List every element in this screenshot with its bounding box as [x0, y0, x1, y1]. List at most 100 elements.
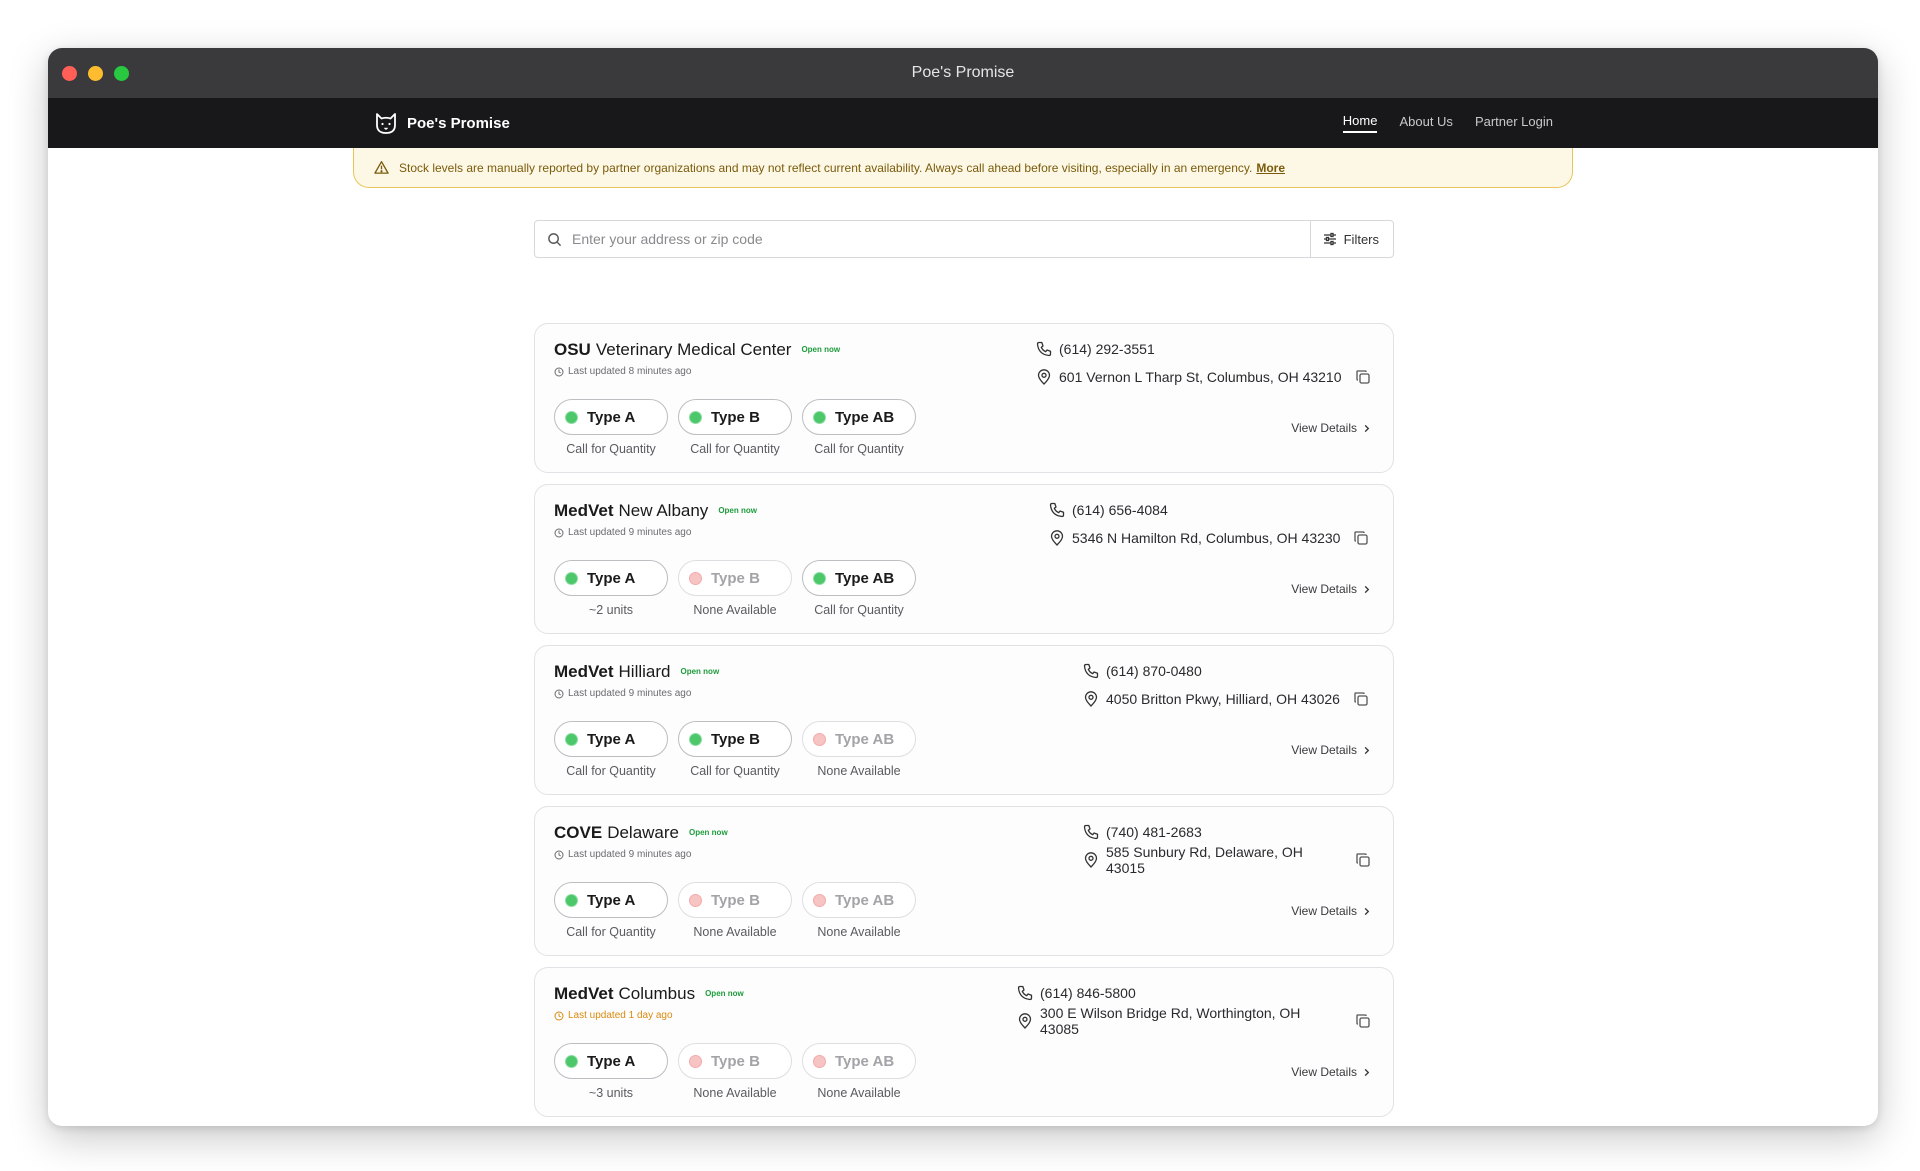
- chevron-right-icon: [1364, 907, 1370, 915]
- clock-icon: [554, 528, 564, 537]
- clinic-phone[interactable]: (614) 656-4084: [1072, 502, 1168, 518]
- minimize-window-button[interactable]: [88, 66, 103, 81]
- window-title: Poe's Promise: [911, 64, 1015, 81]
- blood-type-quantity: Call for Quantity: [814, 442, 904, 456]
- blood-type-pill[interactable]: Type A: [554, 399, 668, 435]
- clinic-title[interactable]: MedVet New Albany Open now: [554, 501, 757, 521]
- clinic-address: 601 Vernon L Tharp St, Columbus, OH 4321…: [1059, 369, 1342, 385]
- blood-type-item: Type AB Call for Quantity: [802, 560, 916, 617]
- brand-link[interactable]: Poe's Promise: [373, 110, 510, 136]
- blood-type-label: Type A: [587, 891, 636, 909]
- clinic-card: COVE Delaware Open now Last updated 9 mi…: [534, 806, 1394, 956]
- location-pin-icon: [1050, 530, 1064, 546]
- last-updated: Last updated 8 minutes ago: [554, 366, 691, 377]
- blood-type-pill[interactable]: Type AB: [802, 560, 916, 596]
- clinic-title[interactable]: OSU Veterinary Medical Center Open now: [554, 340, 840, 360]
- close-window-button[interactable]: [62, 66, 77, 81]
- last-updated: Last updated 9 minutes ago: [554, 849, 691, 860]
- blood-type-pill[interactable]: Type B: [678, 399, 792, 435]
- blood-type-item: Type B None Available: [678, 560, 792, 617]
- clinic-title[interactable]: MedVet Hilliard Open now: [554, 662, 719, 682]
- blood-type-quantity: Call for Quantity: [566, 925, 656, 939]
- blood-type-pill[interactable]: Type A: [554, 560, 668, 596]
- address-row: 300 E Wilson Bridge Rd, Worthington, OH …: [1017, 1005, 1371, 1037]
- phone-icon: [1083, 824, 1099, 840]
- window-titlebar: Poe's Promise: [48, 48, 1878, 98]
- blood-type-item: Type A Call for Quantity: [554, 882, 668, 939]
- open-status-badge: Open now: [801, 345, 841, 354]
- blood-type-item: Type A Call for Quantity: [554, 721, 668, 778]
- blood-type-label: Type A: [587, 408, 636, 426]
- copy-address-icon[interactable]: [1355, 852, 1371, 868]
- nav-link-partner-login[interactable]: Partner Login: [1475, 114, 1553, 132]
- clock-icon: [554, 689, 564, 698]
- availability-indicator: [689, 410, 702, 424]
- blood-type-item: Type AB Call for Quantity: [802, 399, 916, 456]
- blood-type-label: Type A: [587, 569, 636, 587]
- availability-indicator: [813, 1054, 826, 1068]
- blood-type-pill[interactable]: Type AB: [802, 1043, 916, 1079]
- blood-type-quantity: None Available: [693, 603, 777, 617]
- open-status-badge: Open now: [680, 667, 720, 676]
- blood-type-pill[interactable]: Type A: [554, 882, 668, 918]
- blood-type-pill[interactable]: Type AB: [802, 399, 916, 435]
- availability-indicator: [565, 1054, 578, 1068]
- blood-type-pill[interactable]: Type AB: [802, 721, 916, 757]
- filters-button[interactable]: Filters: [1309, 221, 1393, 257]
- last-updated-text: Last updated 9 minutes ago: [568, 527, 692, 538]
- clinic-abbr: OSU: [554, 340, 591, 359]
- alert-more-link[interactable]: More: [1256, 161, 1285, 175]
- copy-address-icon[interactable]: [1353, 530, 1369, 546]
- cat-logo-icon: [376, 113, 396, 134]
- availability-indicator: [813, 410, 826, 424]
- clinic-phone[interactable]: (614) 870-0480: [1106, 663, 1202, 679]
- phone-row: (614) 870-0480: [1083, 660, 1371, 682]
- clinic-contact: (614) 656-4084 5346 N Hamilton Rd, Colum…: [1049, 499, 1371, 549]
- blood-type-label: Type B: [711, 408, 760, 426]
- clinic-abbr: MedVet: [554, 501, 614, 520]
- blood-type-quantity: Call for Quantity: [566, 764, 656, 778]
- clinic-address: 4050 Britton Pkwy, Hilliard, OH 43026: [1106, 691, 1340, 707]
- view-details-link[interactable]: View Details: [1291, 904, 1371, 918]
- nav-links: Home About Us Partner Login: [1342, 98, 1553, 148]
- last-updated-text: Last updated 9 minutes ago: [568, 849, 692, 860]
- clinic-abbr: MedVet: [554, 662, 614, 681]
- clinic-card: MedVet Columbus Open now Last updated 1 …: [534, 967, 1394, 1117]
- blood-type-quantity: None Available: [693, 925, 777, 939]
- blood-type-pill[interactable]: Type AB: [802, 882, 916, 918]
- phone-row: (614) 846-5800: [1017, 982, 1371, 1004]
- address-row: 5346 N Hamilton Rd, Columbus, OH 43230: [1049, 527, 1371, 549]
- clinic-title[interactable]: MedVet Columbus Open now: [554, 984, 744, 1004]
- view-details-label: View Details: [1291, 904, 1357, 918]
- blood-type-pill[interactable]: Type B: [678, 1043, 792, 1079]
- blood-type-pill[interactable]: Type A: [554, 1043, 668, 1079]
- blood-type-pill[interactable]: Type A: [554, 721, 668, 757]
- copy-address-icon[interactable]: [1353, 691, 1369, 707]
- app-window: Poe's Promise Poe's Promise Home About U…: [48, 48, 1878, 1126]
- phone-icon: [1017, 985, 1033, 1001]
- clinic-title[interactable]: COVE Delaware Open now: [554, 823, 728, 843]
- availability-indicator: [565, 571, 578, 585]
- brand-name: Poe's Promise: [407, 114, 510, 132]
- availability-indicator: [565, 893, 578, 907]
- address-row: 601 Vernon L Tharp St, Columbus, OH 4321…: [1036, 366, 1371, 388]
- view-details-link[interactable]: View Details: [1291, 582, 1371, 596]
- copy-address-icon[interactable]: [1355, 369, 1371, 385]
- view-details-link[interactable]: View Details: [1291, 421, 1371, 435]
- nav-link-about-us[interactable]: About Us: [1399, 114, 1452, 132]
- blood-type-quantity: None Available: [693, 1086, 777, 1100]
- maximize-window-button[interactable]: [114, 66, 129, 81]
- clinic-phone[interactable]: (614) 292-3551: [1059, 341, 1155, 357]
- clinic-phone[interactable]: (614) 846-5800: [1040, 985, 1136, 1001]
- blood-type-quantity: None Available: [817, 764, 901, 778]
- blood-type-pill[interactable]: Type B: [678, 560, 792, 596]
- view-details-link[interactable]: View Details: [1291, 1065, 1371, 1079]
- clinic-phone[interactable]: (740) 481-2683: [1106, 824, 1202, 840]
- availability-indicator: [689, 732, 702, 746]
- blood-type-pill[interactable]: Type B: [678, 882, 792, 918]
- address-search-input[interactable]: [572, 231, 1310, 247]
- nav-link-home[interactable]: Home: [1342, 113, 1378, 133]
- blood-type-pill[interactable]: Type B: [678, 721, 792, 757]
- copy-address-icon[interactable]: [1355, 1013, 1371, 1029]
- view-details-link[interactable]: View Details: [1291, 743, 1371, 757]
